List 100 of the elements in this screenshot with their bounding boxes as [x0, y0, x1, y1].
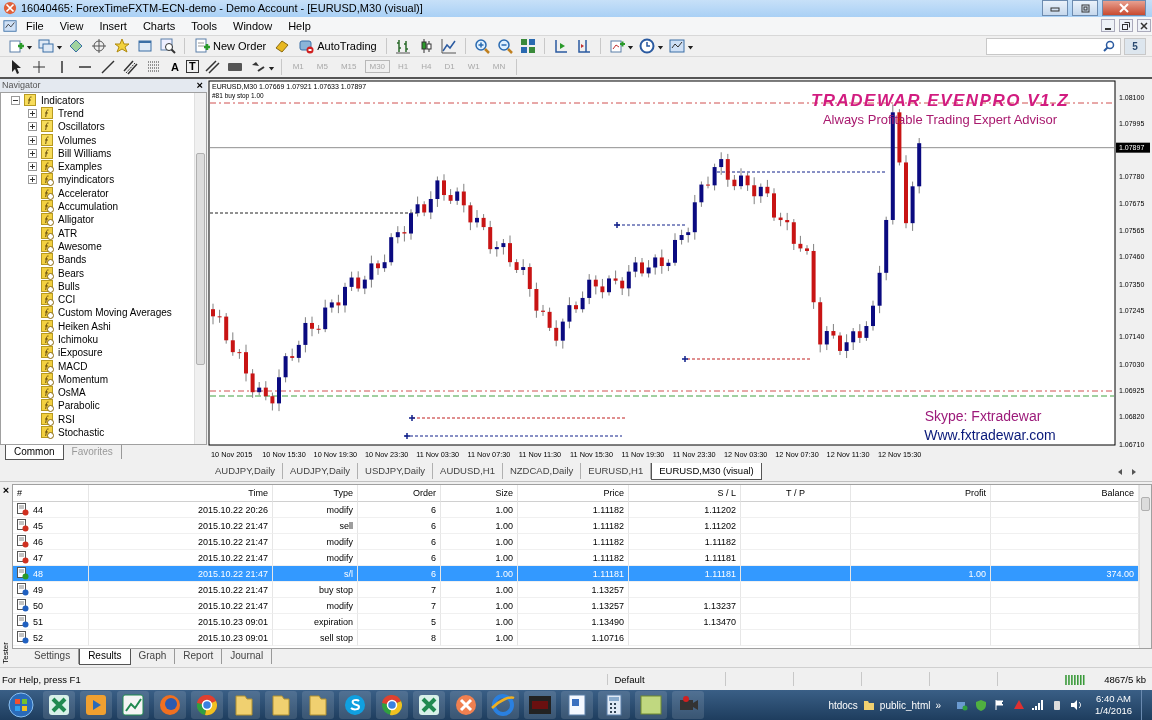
table-row[interactable]: 44 2015.10.22 20:26 modify 6 1.00 1.11182 1.11202: [13, 502, 1139, 519]
table-cell: 1.00: [495, 616, 513, 627]
chart-tab[interactable]: EURUSD,M30 (visual): [651, 462, 762, 480]
tree-item[interactable]: Bulls: [58, 280, 80, 292]
table-row[interactable]: 52 2015.10.23 09:01 sell stop 8 1.00 1.10716: [13, 630, 1139, 647]
tree-item[interactable]: Alligator: [58, 214, 95, 226]
table-cell: 1.13257: [591, 600, 624, 611]
toolbar-label[interactable]: public_html: [879, 699, 931, 711]
table-row[interactable]: 50 2015.10.22 21:47 modify 7 1.00 1.13257 1.13237: [13, 598, 1139, 615]
messages-badge[interactable]: 5: [1124, 37, 1146, 55]
table-row[interactable]: 51 2015.10.23 09:01 expiration 5 1.00 1.13490 1.13470: [13, 614, 1139, 631]
website-contact: Www.fxtradewar.com: [924, 426, 1056, 443]
tree-item[interactable]: Bands: [58, 254, 87, 266]
menu-item[interactable]: Window: [226, 20, 280, 32]
column-header[interactable]: Profit: [851, 485, 991, 503]
table-cell: 2015.10.23 09:01: [197, 632, 268, 643]
tree-item[interactable]: iExposure: [58, 347, 103, 359]
table-cell: 1.11182: [592, 552, 624, 563]
tree-item[interactable]: Stochastic: [58, 427, 105, 439]
tree-item[interactable]: ATR: [58, 227, 78, 239]
tree-item[interactable]: Awesome: [58, 240, 102, 252]
text-tool[interactable]: A: [167, 60, 183, 73]
close-button[interactable]: ×: [2, 484, 10, 497]
table-cell: 5: [431, 616, 436, 627]
tree-item[interactable]: OsMA: [58, 387, 86, 399]
menu-item[interactable]: File: [19, 20, 51, 32]
table-cell: 1.11181: [592, 568, 624, 579]
table-cell: 47: [33, 552, 43, 563]
tree-item[interactable]: myindicators: [58, 174, 115, 186]
chart-tab[interactable]: AUDJPY,Daily: [283, 462, 359, 479]
tree-item[interactable]: CCI: [58, 294, 76, 306]
chart-tab[interactable]: NZDCAD,Daily: [502, 462, 582, 479]
table-cell: 50: [33, 600, 43, 611]
tree-item[interactable]: Volumes: [58, 134, 97, 146]
menu-item[interactable]: View: [52, 20, 91, 32]
tester-tab[interactable]: Results: [79, 649, 131, 666]
toolbar-label[interactable]: htdocs: [828, 699, 858, 711]
chart-tab[interactable]: AUDUSD,H1: [433, 462, 503, 479]
column-header[interactable]: Type: [273, 485, 358, 503]
chart-tab[interactable]: AUDJPY,Daily: [208, 462, 283, 479]
overflow-button[interactable]: »: [935, 699, 941, 711]
table-cell: modify: [326, 600, 353, 611]
traffic-text: 4867/5 kb: [1103, 673, 1147, 685]
menu-item[interactable]: Help: [281, 20, 318, 32]
menu-item[interactable]: Tools: [184, 20, 224, 32]
table-cell: 1.10716: [591, 632, 624, 643]
column-header[interactable]: T / P: [741, 485, 851, 503]
tree-item[interactable]: Heiken Ashi: [58, 320, 111, 332]
table-cell: 1.13237: [703, 600, 736, 611]
tree-item[interactable]: Examples: [58, 161, 102, 173]
table-cell: 48: [33, 568, 43, 579]
new-order-button[interactable]: New Order: [191, 37, 270, 56]
tree-item[interactable]: Momentum: [58, 373, 108, 385]
menu-item[interactable]: Charts: [135, 20, 183, 32]
table-cell: 1.00: [968, 568, 986, 579]
table-row[interactable]: 49 2015.10.22 21:47 buy stop 7 1.00 1.13257: [13, 582, 1139, 599]
tester-tab[interactable]: Journal: [222, 649, 273, 665]
table-cell: modify: [326, 536, 353, 547]
window-title: 16040465: ForexTimeFXTM-ECN-demo - Demo Account - [EURUSD,M30 (visual)]: [21, 2, 423, 15]
menu-item[interactable]: Insert: [92, 20, 134, 32]
text-label-tool[interactable]: T: [185, 60, 199, 74]
profile-name: Default: [607, 673, 725, 685]
table-row[interactable]: 45 2015.10.22 21:47 sell 6 1.00 1.11182 1.11202: [13, 518, 1139, 535]
table-cell: 1.11202: [704, 504, 736, 515]
column-header[interactable]: Price: [518, 485, 629, 503]
table-cell: 1.00: [495, 520, 513, 531]
tester-tab[interactable]: Graph: [130, 649, 176, 665]
table-cell: 1.13490: [591, 616, 624, 627]
close-button[interactable]: ×: [196, 79, 203, 91]
clock-date[interactable]: 1/4/2016: [1095, 705, 1132, 717]
tree-item[interactable]: Custom Moving Averages: [58, 307, 172, 319]
tree-item[interactable]: RSI: [58, 413, 75, 425]
tree-item[interactable]: Accumulation: [58, 201, 119, 213]
column-header[interactable]: Size: [441, 485, 518, 503]
tree-item[interactable]: Bears: [58, 267, 85, 279]
column-header[interactable]: S / L: [629, 485, 741, 503]
tree-item[interactable]: Accelerator: [58, 187, 109, 199]
column-header[interactable]: #: [13, 485, 89, 503]
tree-item[interactable]: Trend: [58, 107, 84, 119]
table-row[interactable]: 46 2015.10.22 21:47 modify 6 1.00 1.11182 1.11182: [13, 534, 1139, 551]
table-cell: 1.00: [495, 600, 513, 611]
tree-item[interactable]: Bill Williams: [58, 147, 112, 159]
table-cell: 2015.10.22 21:47: [197, 552, 268, 563]
tree-item[interactable]: Oscillators: [58, 121, 105, 133]
column-header[interactable]: Balance: [991, 485, 1139, 503]
autotrading-button[interactable]: AutoTrading: [295, 37, 380, 56]
table-cell: 2015.10.22 20:26: [197, 504, 268, 515]
table-cell: 6: [431, 552, 436, 563]
tree-item[interactable]: Indicators: [41, 94, 85, 106]
column-header[interactable]: Order: [358, 485, 441, 503]
tree-item[interactable]: MACD: [58, 360, 88, 372]
table-cell: expiration: [313, 616, 353, 627]
tree-item[interactable]: Ichimoku: [58, 334, 98, 345]
table-cell: 49: [33, 584, 43, 595]
clock-time[interactable]: 6:40 AM: [1096, 693, 1131, 705]
tree-item[interactable]: Parabolic: [58, 400, 100, 412]
tester-tab[interactable]: Report: [175, 649, 223, 665]
table-cell: 1.00: [495, 584, 513, 595]
column-header[interactable]: Time: [89, 485, 273, 503]
chart-tab[interactable]: USDJPY,Daily: [358, 462, 434, 479]
